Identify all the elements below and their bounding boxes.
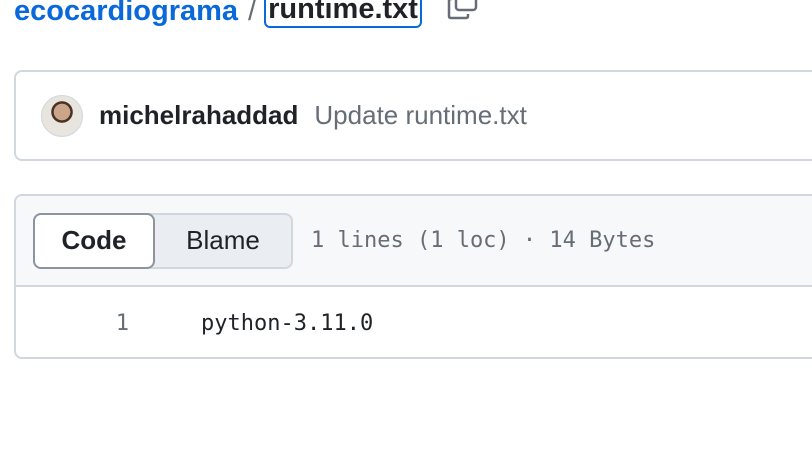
latest-commit-box: michelrahaddad Update runtime.txt xyxy=(14,70,812,161)
file-viewer: Code Blame 1 lines (1 loc) · 14 Bytes 1 … xyxy=(14,194,812,359)
file-name[interactable]: runtime.txt xyxy=(264,0,422,28)
blame-tab[interactable]: Blame xyxy=(155,215,291,267)
breadcrumb-separator: / xyxy=(248,0,257,27)
code-tab[interactable]: Code xyxy=(33,212,155,269)
line-number[interactable]: 1 xyxy=(16,311,129,336)
view-toggle: Code Blame xyxy=(33,212,293,269)
copy-icon xyxy=(447,0,478,20)
file-info: 1 lines (1 loc) · 14 Bytes xyxy=(311,228,656,253)
repo-link[interactable]: ecocardiograma xyxy=(14,0,238,28)
avatar[interactable] xyxy=(41,94,83,137)
file-header: Code Blame 1 lines (1 loc) · 14 Bytes xyxy=(16,196,812,287)
line-content: python-3.11.0 xyxy=(201,310,374,336)
breadcrumb: ecocardiograma / runtime.txt xyxy=(14,0,480,32)
code-line: 1 python-3.11.0 xyxy=(16,287,812,357)
copy-path-button[interactable] xyxy=(446,0,480,20)
commit-message[interactable]: Update runtime.txt xyxy=(314,100,526,131)
commit-author[interactable]: michelrahaddad xyxy=(99,100,298,131)
